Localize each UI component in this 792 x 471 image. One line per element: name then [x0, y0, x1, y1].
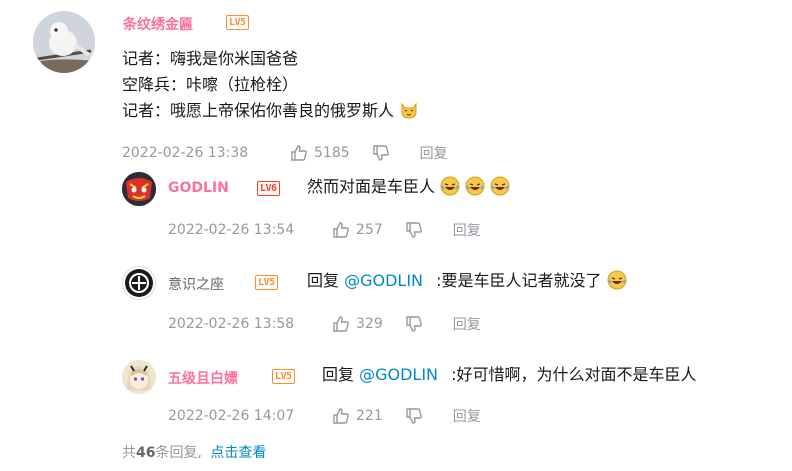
comment-line-with-emoji: 记者：哦愿上帝保佑你善良的俄罗斯人 — [122, 99, 419, 123]
thumbs-up-icon — [333, 408, 349, 424]
like-button[interactable]: 257 — [332, 221, 383, 239]
avatar[interactable] — [33, 11, 95, 73]
reply-button[interactable]: 回复 — [453, 220, 481, 240]
timestamp: 2022-02-26 13:54 — [168, 222, 295, 238]
thumbs-up-icon — [333, 222, 349, 238]
comment-line: 记者：嗨我是你米国爸爸 — [122, 49, 299, 68]
reply-button[interactable]: 回复 — [453, 314, 481, 334]
level-badge: LV5 — [272, 369, 295, 384]
reply-button[interactable]: 回复 — [420, 143, 448, 163]
reply-prefix: 回复 — [322, 365, 355, 384]
reply-count-suffix: 条回复, — [155, 445, 202, 461]
timestamp: 2022-02-26 13:58 — [168, 316, 295, 332]
laugh-cry-emoji-icon — [490, 176, 510, 196]
emblem-avatar-icon — [125, 269, 153, 297]
thumbs-down-icon — [406, 222, 422, 238]
reply-meta: 2022-02-26 14:07 221 回复 — [168, 406, 481, 426]
timestamp: 2022-02-26 13:38 — [122, 145, 249, 161]
username[interactable]: 意识之座 — [168, 274, 224, 294]
like-button[interactable]: 329 — [332, 315, 383, 333]
dislike-button[interactable] — [372, 144, 390, 162]
reply-text: :要是车臣人记者就没了 — [436, 271, 602, 290]
username[interactable]: GODLIN — [168, 180, 229, 196]
anime-girl-avatar-icon — [122, 360, 156, 394]
dislike-button[interactable] — [405, 221, 423, 239]
cat-face-icon — [401, 102, 417, 119]
dislike-button[interactable] — [405, 407, 423, 425]
reply-meta: 2022-02-26 13:54 257 回复 — [168, 220, 481, 240]
username[interactable]: 五级且白嫖 — [168, 368, 238, 388]
reply-content: 回复 @GODLIN :要是车臣人记者就没了 — [307, 269, 627, 293]
reply-meta: 2022-02-26 13:58 329 回复 — [168, 314, 481, 334]
avatar[interactable] — [122, 266, 156, 300]
reply-count: 46 — [136, 445, 156, 461]
thumbs-up-icon — [291, 145, 307, 161]
dislike-button[interactable] — [405, 315, 423, 333]
username[interactable]: 条纹绣金匾 — [123, 14, 193, 34]
level-badge: LV5 — [226, 15, 249, 30]
level-badge: LV6 — [257, 181, 280, 196]
like-count: 329 — [356, 316, 383, 332]
reply-count-footer: 共46条回复, 点击查看 — [122, 442, 266, 462]
like-button[interactable]: 221 — [332, 407, 383, 425]
dragon-mask-avatar-icon — [122, 172, 156, 206]
comment-line: 空降兵：咔嚓（拉枪栓） — [122, 75, 299, 94]
view-more-link[interactable]: 点击查看 — [210, 445, 266, 461]
thumbs-down-icon — [406, 316, 422, 332]
like-button[interactable]: 5185 — [290, 144, 350, 162]
reply-count-prefix: 共 — [122, 445, 136, 461]
reply-prefix: 回复 — [307, 271, 340, 290]
reply-content: 然而对面是车臣人 — [307, 175, 510, 199]
mention-link[interactable]: @GODLIN — [344, 271, 423, 290]
reply-button[interactable]: 回复 — [453, 406, 481, 426]
laugh-cry-emoji-icon — [440, 176, 460, 196]
bird-avatar-icon — [33, 11, 95, 73]
laugh-cry-emoji-icon — [465, 176, 485, 196]
avatar[interactable] — [122, 360, 156, 394]
thumbs-down-icon — [372, 145, 389, 161]
laugh-cry-emoji-icon — [607, 270, 627, 290]
comment-line: 记者：哦愿上帝保佑你善良的俄罗斯人 — [122, 101, 395, 120]
reply-content: 回复 @GODLIN :好可惜啊，为什么对面不是车臣人 — [322, 363, 697, 387]
like-count: 221 — [356, 408, 383, 424]
like-count: 257 — [356, 222, 383, 238]
mention-link[interactable]: @GODLIN — [359, 365, 438, 384]
thumbs-up-icon — [333, 316, 349, 332]
timestamp: 2022-02-26 14:07 — [168, 408, 295, 424]
level-badge: LV5 — [255, 275, 278, 290]
avatar[interactable] — [122, 172, 156, 206]
comment-meta: 2022-02-26 13:38 5185 回复 — [122, 143, 448, 163]
reply-text: 然而对面是车臣人 — [307, 177, 436, 196]
thumbs-down-icon — [406, 408, 422, 424]
reply-text: :好可惜啊，为什么对面不是车臣人 — [451, 365, 697, 384]
like-count: 5185 — [314, 145, 350, 161]
